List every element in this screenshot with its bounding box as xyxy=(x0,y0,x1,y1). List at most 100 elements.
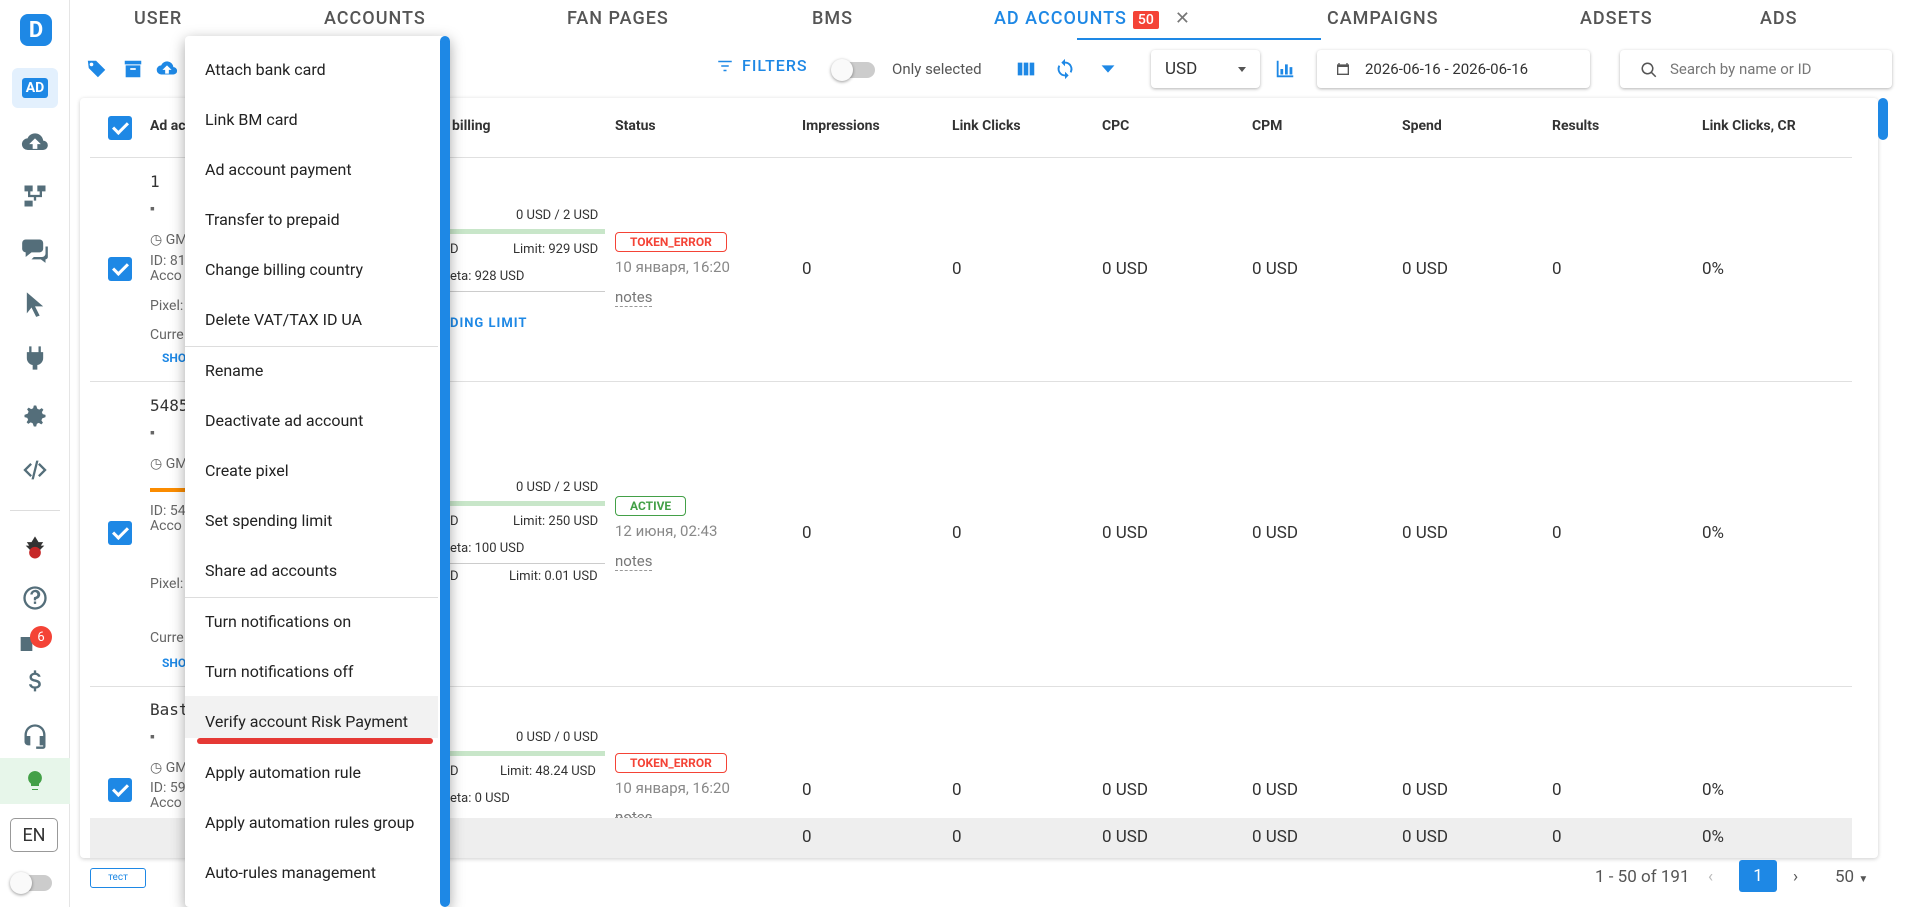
impressions-value: 0 xyxy=(802,259,812,279)
prev-page-icon[interactable]: ‹ xyxy=(1708,867,1713,887)
tab-ads[interactable]: ADS xyxy=(1760,8,1798,29)
dollar-icon[interactable] xyxy=(17,664,53,700)
app-logo[interactable]: D xyxy=(20,14,52,46)
menu-divider xyxy=(185,346,438,347)
menu-item-notifications-on[interactable]: Turn notifications on xyxy=(205,612,351,631)
menu-item-apply-automation-rules-group[interactable]: Apply automation rules group xyxy=(205,813,414,832)
tag-icon[interactable] xyxy=(86,58,108,80)
gear-icon[interactable] xyxy=(17,398,53,434)
plug-icon[interactable] xyxy=(17,340,53,376)
page-button-current[interactable]: 1 xyxy=(1739,860,1777,892)
filters-button[interactable]: FILTERS xyxy=(716,56,808,75)
headset-icon[interactable] xyxy=(17,718,53,754)
billing-meta: eta: 928 USD xyxy=(450,269,525,284)
notes-link[interactable]: notes xyxy=(615,552,653,571)
menu-item-link-bm-card[interactable]: Link BM card xyxy=(205,110,298,129)
tab-campaigns[interactable]: CAMPAIGNS xyxy=(1327,8,1439,29)
row-checkbox[interactable] xyxy=(108,778,132,802)
spending-limit-button[interactable]: DING LIMIT xyxy=(450,316,527,331)
menu-item-set-spending-limit[interactable]: Set spending limit xyxy=(205,511,332,530)
tab-accounts[interactable]: ACCOUNTS xyxy=(324,8,426,29)
book-icon[interactable]: ▪ xyxy=(150,200,155,217)
spy-avatar-icon[interactable] xyxy=(17,530,53,566)
column-header-cpc[interactable]: CPC xyxy=(1102,118,1129,134)
column-header-ad-account[interactable]: Ad ac xyxy=(150,118,186,134)
column-header-impressions[interactable]: Impressions xyxy=(802,118,880,134)
menu-item-verify-risk-payment[interactable]: Verify account Risk Payment xyxy=(205,712,408,731)
account-id: ID: 54 xyxy=(150,503,186,519)
billing-threshold: D xyxy=(450,242,459,257)
column-header-billing[interactable]: billing xyxy=(452,118,491,134)
sidebar-divider xyxy=(10,510,60,511)
cloud-upload-icon[interactable] xyxy=(17,125,53,161)
menu-item-deactivate-ad-account[interactable]: Deactivate ad account xyxy=(205,411,363,430)
close-icon[interactable]: ✕ xyxy=(1175,8,1191,29)
select-all-checkbox[interactable] xyxy=(108,116,132,140)
clock-icon: ◷ GM xyxy=(150,760,188,776)
menu-item-transfer-to-prepaid[interactable]: Transfer to prepaid xyxy=(205,210,340,229)
refresh-icon[interactable] xyxy=(1054,58,1076,80)
next-page-icon[interactable]: › xyxy=(1793,867,1798,887)
column-header-results[interactable]: Results xyxy=(1552,118,1599,134)
account-name[interactable]: Bast xyxy=(150,700,189,719)
hierarchy-icon[interactable] xyxy=(17,178,53,214)
book-icon[interactable]: ▪ xyxy=(150,424,155,441)
only-selected-toggle[interactable] xyxy=(831,59,875,81)
tab-bms[interactable]: BMS xyxy=(812,8,853,29)
menu-item-create-pixel[interactable]: Create pixel xyxy=(205,461,289,480)
menu-scrollbar[interactable] xyxy=(440,36,450,907)
row-checkbox[interactable] xyxy=(108,521,132,545)
notes-link[interactable]: notes xyxy=(615,288,653,307)
date-range-picker[interactable]: 2026-06-16 - 2026-06-16 xyxy=(1317,50,1590,88)
menu-item-delete-vat[interactable]: Delete VAT/TAX ID UA xyxy=(205,310,362,329)
account-name[interactable]: 5485 xyxy=(150,396,189,415)
tab-adsets[interactable]: ADSETS xyxy=(1580,8,1653,29)
menu-item-share-ad-accounts[interactable]: Share ad accounts xyxy=(205,561,337,580)
code-icon[interactable] xyxy=(17,452,53,488)
menu-item-notifications-off[interactable]: Turn notifications off xyxy=(205,662,353,681)
total-results: 0 xyxy=(1552,827,1562,847)
currency-select[interactable]: USD xyxy=(1151,50,1260,88)
clock-icon: ◷ GM xyxy=(150,456,188,472)
account-name[interactable]: 1 xyxy=(150,172,160,191)
column-header-link-clicks-cr[interactable]: Link Clicks, CR xyxy=(1702,118,1796,134)
billing-divider xyxy=(450,291,605,292)
archive-icon[interactable] xyxy=(122,58,144,80)
tab-user[interactable]: USER xyxy=(134,8,182,29)
tab-ad-accounts[interactable]: AD ACCOUNTS 50 ✕ xyxy=(994,8,1191,29)
filters-label: FILTERS xyxy=(742,56,808,75)
menu-item-change-billing-country[interactable]: Change billing country xyxy=(205,260,363,279)
notes-link[interactable]: notes xyxy=(615,808,653,818)
cr-value: 0% xyxy=(1702,259,1725,279)
language-switch[interactable]: EN xyxy=(10,818,58,852)
dropdown-arrow-icon[interactable] xyxy=(1097,58,1119,80)
sidebar-item-ad-accounts[interactable]: AD xyxy=(12,68,58,108)
cloud-upload-icon[interactable] xyxy=(156,58,178,80)
billing-meta: eta: 100 USD xyxy=(450,541,525,556)
tag-chip[interactable]: тест xyxy=(90,868,146,888)
show-more-link[interactable]: SHO xyxy=(162,351,186,365)
column-header-status[interactable]: Status xyxy=(615,118,656,134)
show-more-link[interactable]: SHO xyxy=(162,656,186,670)
menu-item-auto-rules-management[interactable]: Auto-rules management xyxy=(205,863,376,882)
menu-item-rename[interactable]: Rename xyxy=(205,361,263,380)
row-checkbox[interactable] xyxy=(108,257,132,281)
menu-item-apply-automation-rule[interactable]: Apply automation rule xyxy=(205,763,361,782)
column-header-spend[interactable]: Spend xyxy=(1402,118,1442,134)
chart-icon[interactable] xyxy=(1274,58,1296,80)
column-header-cpm[interactable]: CPM xyxy=(1252,118,1282,134)
table-scrollbar[interactable] xyxy=(1878,98,1888,140)
search-input[interactable]: Search by name or ID xyxy=(1620,50,1892,88)
chat-icon[interactable] xyxy=(17,232,53,268)
sidebar-item-ideas[interactable] xyxy=(0,758,70,804)
column-header-link-clicks[interactable]: Link Clicks xyxy=(952,118,1021,134)
theme-toggle[interactable] xyxy=(10,872,52,894)
book-icon[interactable]: ▪ xyxy=(150,728,155,745)
menu-item-ad-account-payment[interactable]: Ad account payment xyxy=(205,160,352,179)
per-page-select[interactable]: 50 ▼ xyxy=(1835,867,1868,887)
help-icon[interactable] xyxy=(17,580,53,616)
menu-item-attach-bank-card[interactable]: Attach bank card xyxy=(205,60,326,79)
tab-fan-pages[interactable]: FAN PAGES xyxy=(567,8,669,29)
cursor-icon[interactable] xyxy=(17,286,53,322)
columns-icon[interactable] xyxy=(1015,58,1037,80)
